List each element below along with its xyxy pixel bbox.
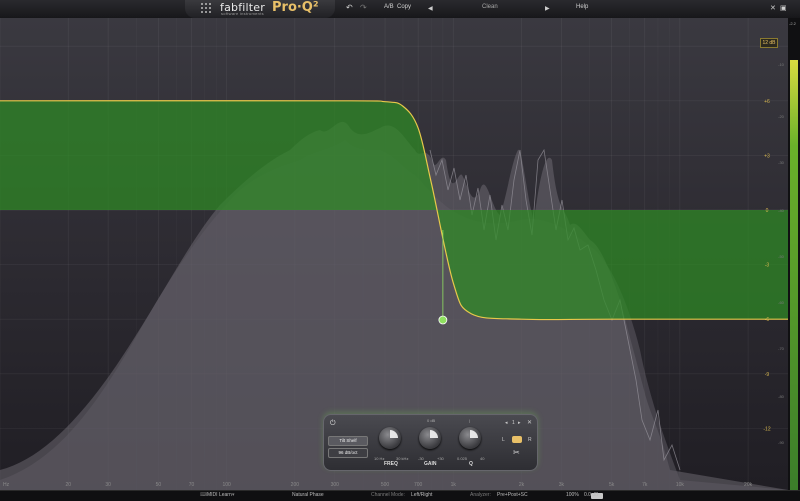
- expand-icon[interactable]: ▣: [780, 4, 787, 12]
- midi-learn-button[interactable]: MIDI Learn: [207, 492, 232, 498]
- freq-tick-label: 10k: [676, 482, 685, 488]
- freq-tick-label: 20: [65, 482, 71, 488]
- freq-tick-label: 1k: [451, 482, 457, 488]
- left-arrow-icon[interactable]: ◀: [428, 5, 433, 12]
- status-bar: ⌨ MIDI Learn ▾ Natural Phase Channel Mod…: [0, 490, 800, 501]
- gain-tick-label: -3: [765, 263, 770, 269]
- product-name: Pro·Q²: [272, 0, 319, 15]
- channel-mode-select[interactable]: Left/Right: [411, 492, 432, 498]
- freq-tick-label: 200: [291, 482, 300, 488]
- close-icon[interactable]: ✕: [770, 4, 776, 12]
- gain-tick-label: -12: [763, 426, 770, 432]
- help-button[interactable]: Help: [576, 4, 588, 10]
- gain-tick-label: -9: [765, 372, 770, 378]
- meter-tick-label: -80: [778, 394, 785, 399]
- freq-tick-label: 20k: [744, 482, 753, 488]
- meter-peak: -2.2: [789, 21, 796, 26]
- output-gain[interactable]: 0.0 dB: [584, 492, 598, 498]
- freq-tick-label: 100: [222, 482, 231, 488]
- freq-tick-label: 700: [414, 482, 423, 488]
- meter-level: [790, 60, 798, 490]
- meter-tick-label: -30: [778, 160, 785, 165]
- q-min-label: 0.025: [457, 456, 468, 461]
- meter-tick-label: -90: [778, 440, 785, 445]
- freq-label: FREQ: [384, 461, 398, 467]
- gain-max-label: +30: [437, 456, 444, 461]
- gain-tick-label: 0: [766, 208, 769, 214]
- freq-tick-label: 2k: [519, 482, 525, 488]
- power-icon[interactable]: ⏻: [330, 420, 336, 428]
- right-arrow-icon[interactable]: ▶: [545, 5, 550, 12]
- ab-button[interactable]: A/B: [384, 4, 394, 10]
- freq-tick-label: 5k: [609, 482, 615, 488]
- band-number: 1: [512, 420, 515, 426]
- title-bar: fabfilter software instruments Pro·Q² ↶ …: [0, 0, 800, 19]
- analyzer-select[interactable]: Pre+Post+SC: [497, 492, 528, 498]
- next-band-icon[interactable]: ▸: [518, 420, 521, 426]
- gain-tick-label: +3: [764, 153, 770, 159]
- freq-min-label: 10 Hz: [374, 456, 385, 461]
- copy-button[interactable]: Copy: [397, 4, 411, 10]
- redo-icon[interactable]: ↷: [360, 3, 367, 12]
- band-node[interactable]: [438, 315, 448, 325]
- q-knob[interactable]: [459, 427, 481, 449]
- band-panel: ⏻ Tilt Shelf 96 dB/oct 10 Hz 30 kHz FREQ…: [323, 414, 538, 471]
- stereo-link-icon[interactable]: [512, 436, 522, 443]
- shape-selector[interactable]: Tilt Shelf: [328, 436, 368, 446]
- meter-tick-label: -60: [778, 300, 785, 305]
- q-max-label: 40: [480, 456, 485, 461]
- meter-tick-label: -20: [778, 114, 785, 119]
- gain-min-label: -30: [418, 456, 424, 461]
- undo-icon[interactable]: ↶: [346, 3, 353, 12]
- freq-tick-label: 3k: [559, 482, 565, 488]
- slope-selector[interactable]: 96 dB/oct: [328, 448, 368, 458]
- freq-tick-label: 30: [105, 482, 111, 488]
- analyzer-label: Analyzer:: [470, 492, 491, 498]
- gain-tick-label: -6: [765, 317, 770, 323]
- gain-knob[interactable]: [419, 427, 441, 449]
- output-meter: -2.2: [788, 18, 800, 490]
- right-channel-button[interactable]: R: [528, 437, 532, 443]
- freq-tick-label: 300: [331, 482, 340, 488]
- range-selector[interactable]: 12 dB: [760, 38, 778, 48]
- midi-dropdown-icon[interactable]: ▾: [232, 492, 235, 498]
- meter-tick-label: -70: [778, 346, 785, 351]
- q-label: Q: [469, 461, 473, 467]
- gain-tick-label: +6: [764, 99, 770, 105]
- close-band-icon[interactable]: ✕: [527, 419, 532, 426]
- meter-tick-label: -10: [778, 62, 785, 67]
- gain-label: GAIN: [424, 461, 437, 467]
- fabfilter-logo-icon: [201, 3, 215, 15]
- phase-mode-select[interactable]: Natural Phase: [292, 492, 324, 498]
- prev-band-icon[interactable]: ◂: [505, 420, 508, 426]
- freq-tick-label: 70: [189, 482, 195, 488]
- gain-value: 0 dB: [427, 418, 436, 423]
- zoom-level[interactable]: 100%: [566, 492, 579, 498]
- scissors-icon[interactable]: ✂: [513, 448, 520, 457]
- preset-name[interactable]: Clean: [482, 4, 498, 10]
- channel-mode-label: Channel Mode:: [371, 492, 405, 498]
- left-channel-button[interactable]: L: [502, 437, 505, 443]
- q-marker: |: [469, 418, 471, 423]
- meter-tick-label: -50: [778, 254, 785, 259]
- freq-tick-label: 7k: [642, 482, 648, 488]
- meter-tick-label: -40: [778, 208, 785, 213]
- freq-knob[interactable]: [379, 427, 401, 449]
- freq-tick-label: 500: [381, 482, 390, 488]
- freq-tick-label: Hz: [3, 482, 10, 488]
- freq-tick-label: 50: [156, 482, 162, 488]
- brand-subtitle: software instruments: [221, 11, 264, 16]
